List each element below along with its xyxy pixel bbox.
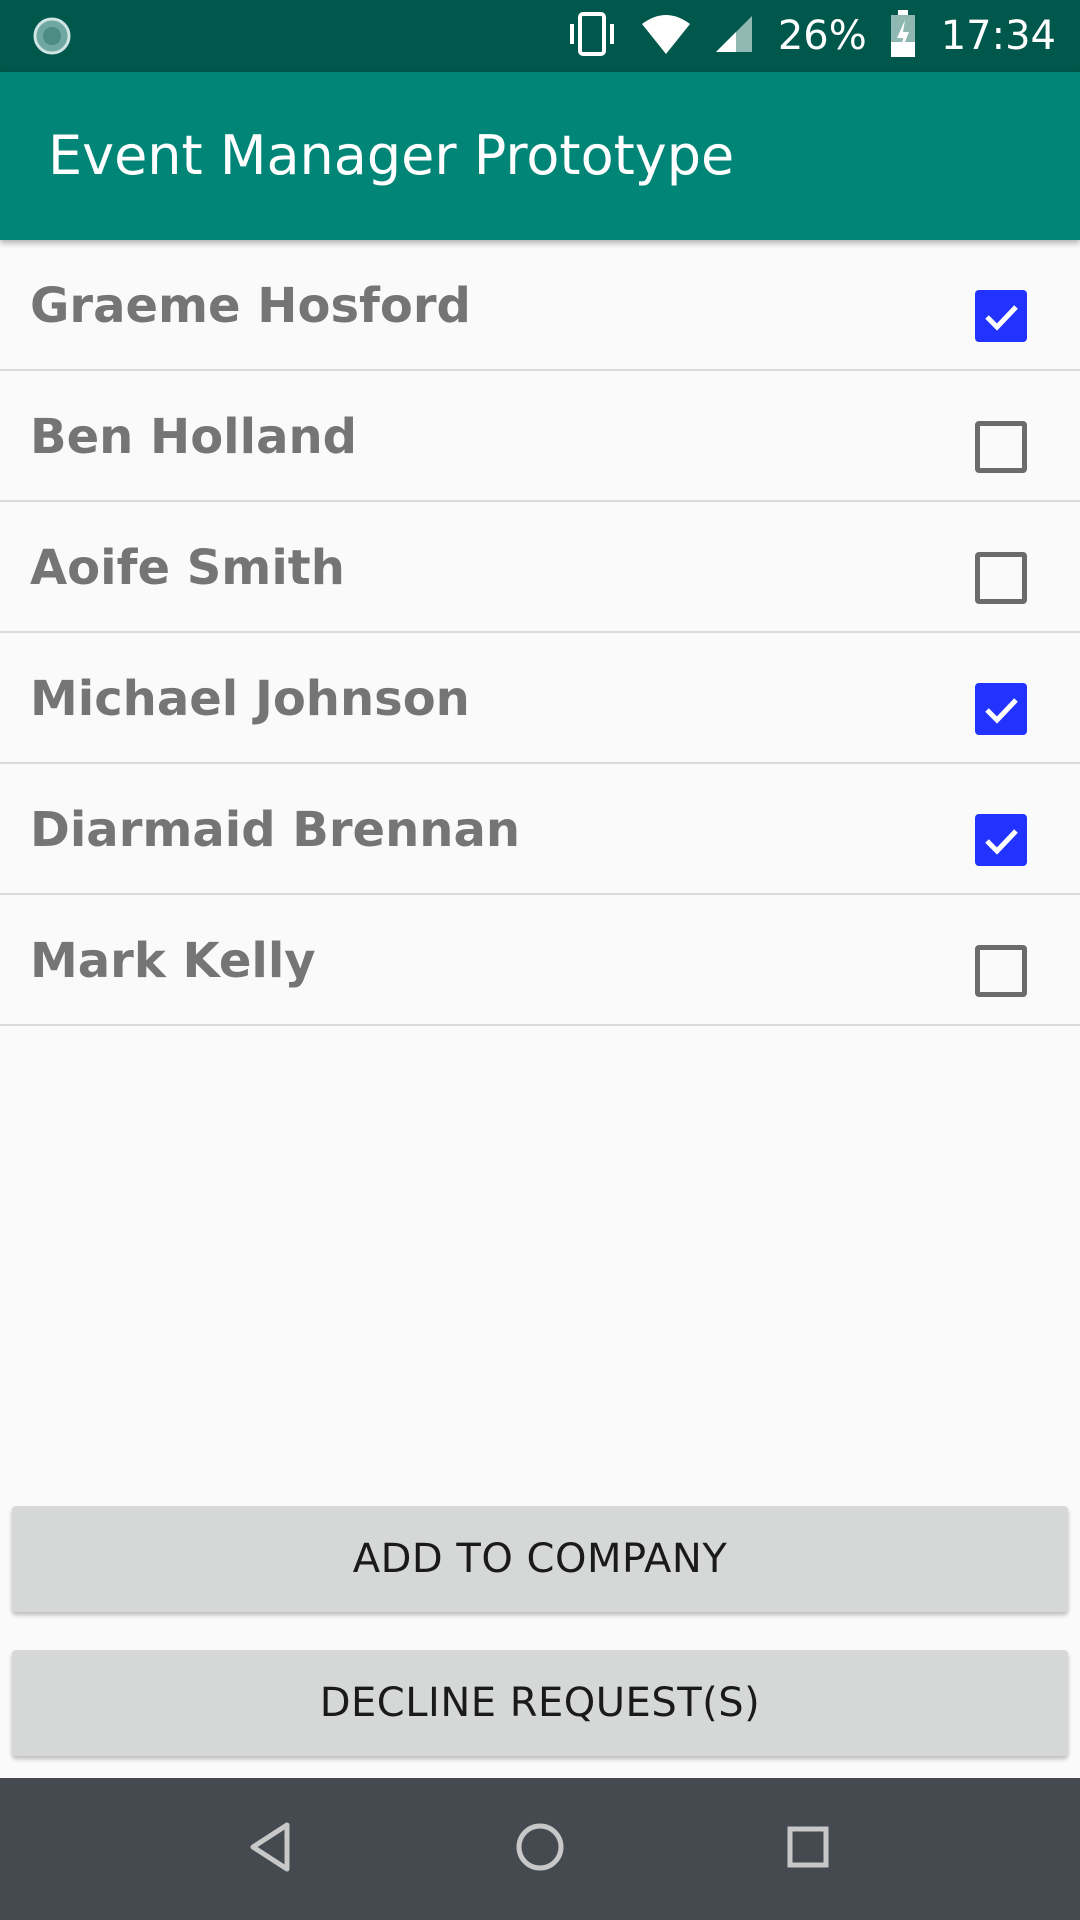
list-item[interactable]: Diarmaid Brennan [0, 764, 1080, 895]
checkmark-icon [985, 305, 1018, 331]
app-bar: Event Manager Prototype [0, 72, 1080, 240]
list-item[interactable]: Aoife Smith [0, 502, 1080, 633]
recents-icon[interactable] [784, 1823, 832, 1876]
battery-charging-icon [889, 9, 917, 63]
battery-percent: 26% [777, 13, 867, 59]
select-checkbox[interactable] [975, 290, 1027, 342]
sync-spinner-icon [32, 16, 72, 56]
checkmark-icon [985, 698, 1018, 724]
select-checkbox[interactable] [975, 945, 1027, 997]
clock: 17:34 [940, 13, 1056, 59]
member-name: Aoife Smith [30, 540, 345, 596]
member-name: Graeme Hosford [30, 278, 471, 334]
list-item[interactable]: Graeme Hosford [0, 240, 1080, 371]
list-item[interactable]: Michael Johnson [0, 633, 1080, 764]
decline-requests-button[interactable]: DECLINE REQUEST(S) [12, 1650, 1068, 1756]
add-to-company-button[interactable]: ADD TO COMPANY [12, 1506, 1068, 1612]
wifi-icon [640, 12, 692, 61]
member-name: Michael Johnson [30, 671, 470, 727]
list-item[interactable]: Mark Kelly [0, 895, 1080, 1026]
signal-icon [714, 14, 754, 59]
list-item[interactable]: Ben Holland [0, 371, 1080, 502]
navigation-bar [0, 1778, 1080, 1920]
select-checkbox[interactable] [975, 683, 1027, 735]
vibrate-icon [566, 11, 618, 61]
member-name: Mark Kelly [30, 933, 316, 989]
request-list: Graeme Hosford Ben Holland Aoife Smith M… [0, 240, 1080, 1026]
member-name: Ben Holland [30, 409, 357, 465]
status-bar: 26% 17:34 [0, 0, 1080, 72]
checkmark-icon [985, 829, 1018, 855]
page-title: Event Manager Prototype [48, 124, 735, 187]
home-icon[interactable] [512, 1819, 568, 1880]
status-icons: 26% 17:34 [544, 0, 1056, 72]
select-checkbox[interactable] [975, 421, 1027, 473]
back-icon[interactable] [247, 1819, 293, 1880]
select-checkbox[interactable] [975, 552, 1027, 604]
member-name: Diarmaid Brennan [30, 802, 521, 858]
select-checkbox[interactable] [975, 814, 1027, 866]
